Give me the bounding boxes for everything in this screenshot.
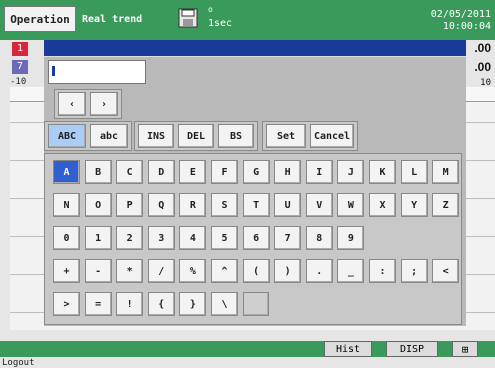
key[interactable]: 8 [305,226,333,250]
key[interactable]: I [305,160,333,184]
key[interactable]: S [211,193,238,217]
key[interactable] [242,292,269,316]
grid-icon[interactable]: ⊞ [452,341,478,357]
key[interactable]: < [432,259,460,283]
mode-label: Real trend [82,14,143,25]
key[interactable]: 0 [53,226,80,250]
key[interactable]: - [84,259,112,283]
key[interactable]: 5 [211,226,238,250]
key[interactable]: D [147,160,175,184]
key[interactable]: H [274,160,302,184]
key[interactable]: N [53,193,80,217]
record-indicator: o [208,5,213,14]
delete-button[interactable]: DEL [178,124,214,148]
interval-label: 1sec [208,18,233,29]
key[interactable]: + [53,259,80,283]
key[interactable]: ; [400,259,428,283]
key[interactable]: ) [274,259,302,283]
scale-max-label: 10 [480,78,491,88]
key[interactable]: ! [116,292,144,316]
key[interactable]: O [84,193,112,217]
key[interactable]: . [305,259,333,283]
channel-7-value: .00 [474,60,491,74]
cursor-left-button[interactable]: ‹ [58,92,86,116]
key[interactable]: G [242,160,270,184]
uppercase-mode-button[interactable]: ABC [48,124,86,148]
date-label: 02/05/2011 [430,9,491,20]
key[interactable]: * [116,259,144,283]
key[interactable]: R [179,193,207,217]
key[interactable]: K [369,160,396,184]
key[interactable]: ^ [211,259,238,283]
key[interactable]: 2 [116,226,144,250]
channel-1-marker: 1 [12,42,28,56]
text-input-field[interactable] [48,60,146,84]
time-label: 10:00:04 [442,21,491,32]
key[interactable]: ( [242,259,270,283]
channel-7-marker: 7 [12,60,28,74]
operation-button[interactable]: Operation [4,6,76,32]
key[interactable]: } [179,292,207,316]
key[interactable]: B [84,160,112,184]
hist-button[interactable]: Hist [324,341,372,357]
cursor-right-button[interactable]: › [90,92,118,116]
key[interactable]: M [432,160,460,184]
key[interactable]: Z [432,193,460,217]
key[interactable]: \ [211,292,238,316]
backspace-button[interactable]: BS [218,124,254,148]
set-button[interactable]: Set [266,124,306,148]
key[interactable]: P [116,193,144,217]
keyboard-panel: ‹ › ABC abc INS DEL BS Set Cancel ABCDEF… [44,56,466,326]
key[interactable]: 7 [274,226,302,250]
disp-button[interactable]: DISP [386,341,438,357]
text-caret [52,66,55,76]
key[interactable]: V [305,193,333,217]
key[interactable]: / [147,259,175,283]
keyboard-title-bar [44,40,466,56]
key[interactable]: T [242,193,270,217]
key[interactable]: 1 [84,226,112,250]
key[interactable]: Y [400,193,428,217]
key[interactable]: { [147,292,175,316]
key[interactable]: Q [147,193,175,217]
key[interactable]: 9 [337,226,365,250]
key[interactable]: F [211,160,238,184]
lowercase-mode-button[interactable]: abc [90,124,128,148]
scale-min-label: -10 [10,77,27,87]
key[interactable]: X [369,193,396,217]
key[interactable]: 6 [242,226,270,250]
key-area: A B C D E F G H I J K L M N O P Q R S T U V W X Y Z 0 1 2 3 4 5 6 7 8 9 + - * /… [44,153,462,325]
key[interactable]: % [179,259,207,283]
key[interactable]: A [53,160,80,184]
key[interactable]: W [337,193,365,217]
key[interactable]: U [274,193,302,217]
floppy-disk-icon [178,8,198,28]
key[interactable]: J [337,160,365,184]
key[interactable]: : [369,259,396,283]
insert-button[interactable]: INS [138,124,174,148]
key[interactable]: 4 [179,226,207,250]
key[interactable]: L [400,160,428,184]
key[interactable]: 3 [147,226,175,250]
key[interactable]: _ [337,259,365,283]
key[interactable]: C [116,160,144,184]
key[interactable]: = [84,292,112,316]
key[interactable]: E [179,160,207,184]
cancel-button[interactable]: Cancel [310,124,354,148]
channel-1-value: .00 [474,41,491,55]
key[interactable]: > [53,292,80,316]
